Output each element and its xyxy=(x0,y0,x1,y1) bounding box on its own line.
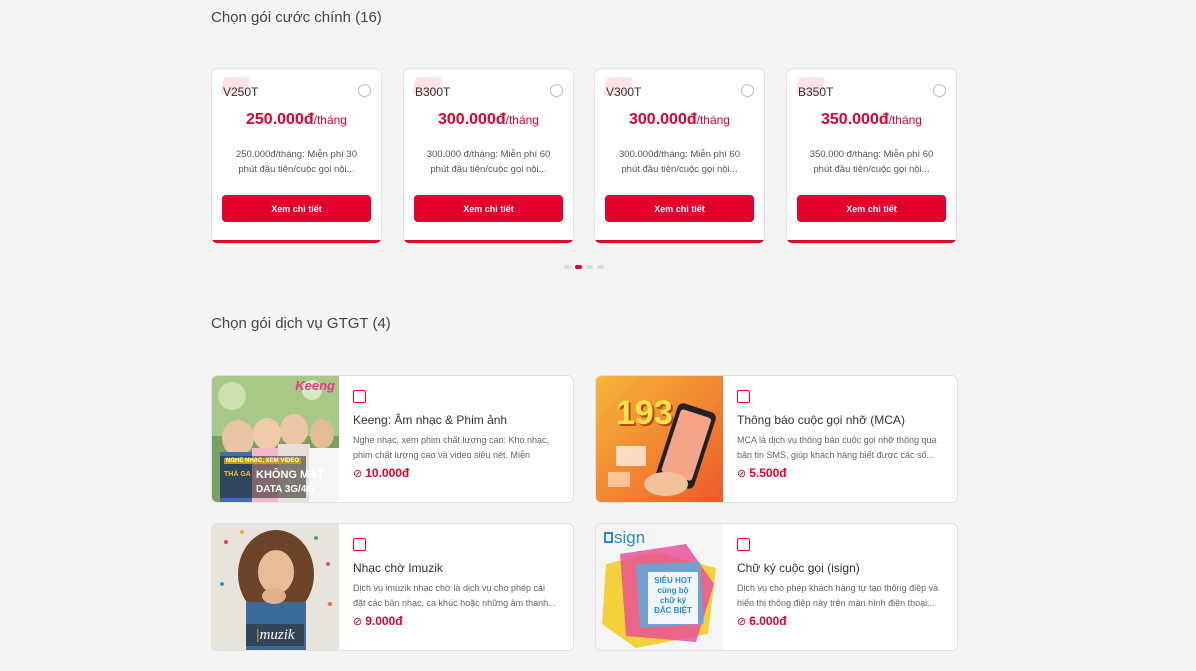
plan-card[interactable]: V250T 250.000đ/tháng 250.000đ/tháng: Miễ… xyxy=(211,68,382,244)
service-card-isign[interactable]: sign SIÊU HOT cùng bộ chữ ký ĐẶC BIỆT Ch… xyxy=(595,523,958,651)
keeng-tagline-1: NGHE NHẠC, XEM VIDEO xyxy=(224,458,302,464)
carousel-dot[interactable] xyxy=(597,265,604,269)
checkbox-icon[interactable] xyxy=(737,390,750,403)
card-accent-bar xyxy=(787,240,956,243)
service-name: Chữ ký cuộc gọi (isign) xyxy=(737,561,860,575)
radio-icon[interactable] xyxy=(550,84,563,97)
keeng-tagline-3: KHÔNG MẤT xyxy=(256,469,324,481)
checkbox-icon[interactable] xyxy=(353,538,366,551)
service-description: Nghe nhạc, xem phim chất lượng cao: Kho … xyxy=(353,435,550,460)
plan-name: V250T xyxy=(223,85,259,99)
price-tag-icon: ⊘ xyxy=(737,467,747,480)
plan-price: 250.000đ/tháng xyxy=(246,111,347,128)
view-detail-button[interactable]: Xem chi tiết xyxy=(414,195,563,222)
plan-price: 300.000đ/tháng xyxy=(438,111,539,128)
carousel-dot[interactable] xyxy=(564,265,571,269)
radio-icon[interactable] xyxy=(358,84,371,97)
vas-title: Chọn gói dịch vụ GTGT (4) xyxy=(211,315,391,332)
plan-description: 300.000 đ/tháng: Miễn phí 60 phút đầu ti… xyxy=(426,149,551,175)
service-description: Dịch vụ cho phép khách hàng tự tạo thông… xyxy=(737,583,939,608)
keeng-brand-logo: Keeng xyxy=(295,378,335,393)
view-detail-button[interactable]: Xem chi tiết xyxy=(222,195,371,222)
checkbox-icon[interactable] xyxy=(353,390,366,403)
plan-card[interactable]: B350T 350.000đ/tháng 350.000 đ/tháng: Mi… xyxy=(786,68,957,244)
service-price: ⊘ 5.500đ xyxy=(737,466,787,480)
card-accent-bar xyxy=(212,240,381,243)
plan-description: 350.000 đ/tháng: Miễn phí 60 phút đầu ti… xyxy=(809,149,934,175)
service-name: Thông báo cuộc gọi nhỡ (MCA) xyxy=(737,413,905,427)
isign-logo: sign xyxy=(604,528,645,548)
keeng-tagline-4: DATA 3G/4G xyxy=(256,484,315,495)
price-tag-icon: ⊘ xyxy=(353,615,363,628)
plan-name: V300T xyxy=(606,85,642,99)
price-tag-icon: ⊘ xyxy=(737,615,747,628)
isign-promo-text: SIÊU HOT cùng bộ chữ ký ĐẶC BIỆT xyxy=(654,576,692,615)
plan-name: B350T xyxy=(798,85,834,99)
plan-description: 300.000đ/tháng: Miễn phí 60 phút đầu tiê… xyxy=(619,149,740,175)
plan-card[interactable]: B300T 300.000đ/tháng 300.000 đ/tháng: Mi… xyxy=(403,68,574,244)
keeng-banner-image: Keeng NGHE NHẠC, XEM VIDEO THẢ GA KHÔNG … xyxy=(212,376,339,502)
carousel-dot[interactable] xyxy=(586,265,593,269)
main-plans-title: Chọn gói cước chính (16) xyxy=(211,9,382,26)
card-accent-bar xyxy=(595,240,764,243)
isign-banner-image: sign SIÊU HOT cùng bộ chữ ký ĐẶC BIỆT xyxy=(596,524,723,650)
plan-card[interactable]: V300T 300.000đ/tháng 300.000đ/tháng: Miễ… xyxy=(594,68,765,244)
carousel-dots xyxy=(564,265,604,269)
service-description: MCA là dịch vụ thông báo cuộc gọi nhỡ th… xyxy=(737,435,937,460)
service-name: Nhạc chờ Imuzik xyxy=(353,561,443,575)
service-card-mca[interactable]: 193 Thông báo cuộc gọi nhỡ (MCA) MCA là … xyxy=(595,375,958,503)
service-price: ⊘ 9.000đ xyxy=(353,614,403,628)
card-accent-bar xyxy=(404,240,573,243)
carousel-dot-active[interactable] xyxy=(575,265,582,269)
checkbox-icon[interactable] xyxy=(737,538,750,551)
imuzik-logo: |muzik xyxy=(246,624,304,646)
radio-icon[interactable] xyxy=(933,84,946,97)
view-detail-button[interactable]: Xem chi tiết xyxy=(605,195,754,222)
service-description: Dịch vụ imuzik nhạc chờ là dịch vụ cho p… xyxy=(353,583,556,608)
mca-banner-image: 193 xyxy=(596,376,723,502)
service-name: Keeng: Âm nhạc & Phim ảnh xyxy=(353,413,508,427)
service-price: ⊘ 6.000đ xyxy=(737,614,787,628)
plan-price: 350.000đ/tháng xyxy=(821,111,922,128)
service-card-imuzik[interactable]: |muzik Nhạc chờ Imuzik Dịch vụ imuzik nh… xyxy=(211,523,574,651)
plan-price: 300.000đ/tháng xyxy=(629,111,730,128)
radio-icon[interactable] xyxy=(741,84,754,97)
mca-number-text: 193 xyxy=(616,394,673,432)
price-tag-icon: ⊘ xyxy=(353,467,363,480)
service-card-keeng[interactable]: Keeng NGHE NHẠC, XEM VIDEO THẢ GA KHÔNG … xyxy=(211,375,574,503)
service-price: ⊘ 10.000đ xyxy=(353,466,410,480)
plan-description: 250.000đ/tháng: Miễn phí 30 phút đầu tiê… xyxy=(236,149,357,175)
keeng-tagline-2: THẢ GA xyxy=(224,471,251,478)
view-detail-button[interactable]: Xem chi tiết xyxy=(797,195,946,222)
plan-name: B300T xyxy=(415,85,451,99)
imuzik-banner-image: |muzik xyxy=(212,524,339,650)
